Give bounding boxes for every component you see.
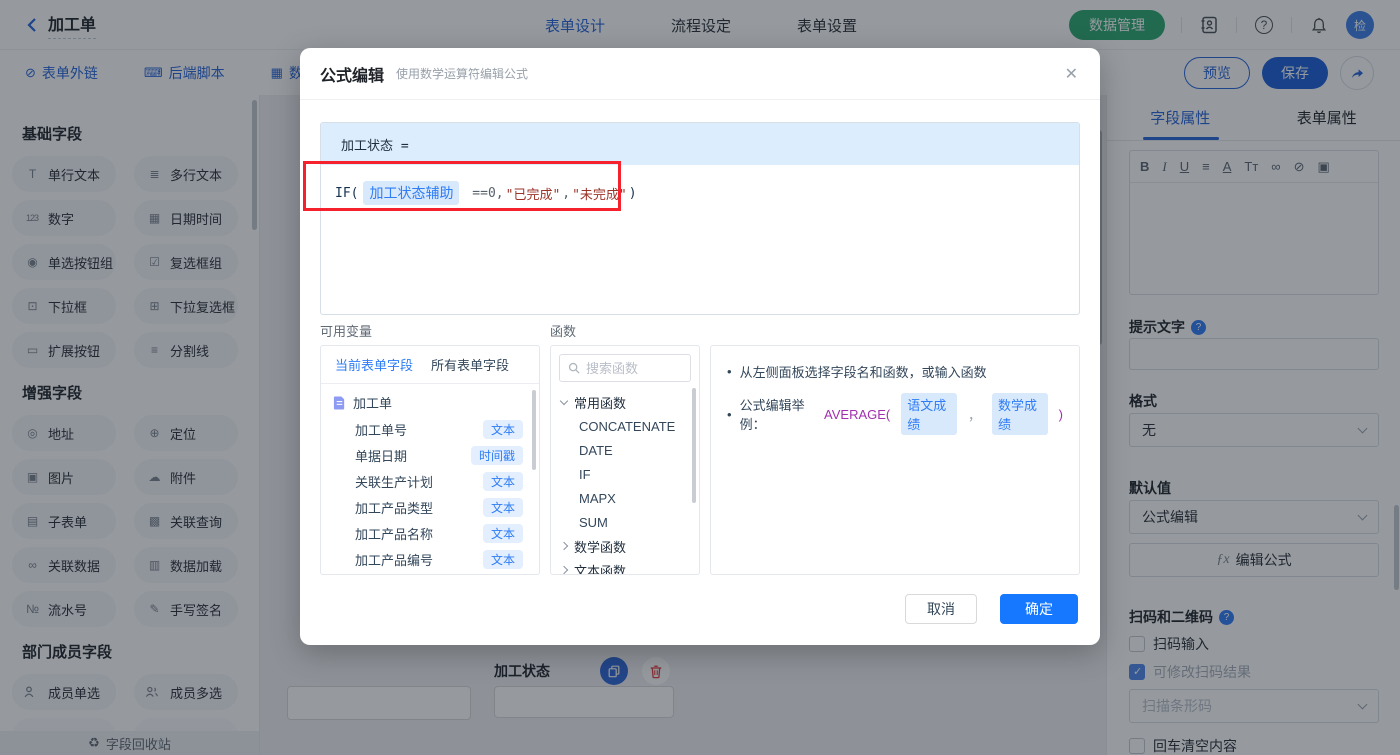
- help-line-2: 公式编辑举例： AVERAGE( 语文成绩 ， 数学成绩 ): [727, 393, 1063, 435]
- variable-row[interactable]: 关联生产计划 文本: [321, 468, 539, 494]
- function-search-input[interactable]: [586, 360, 682, 376]
- tab-all-form-fields[interactable]: 所有表单字段: [431, 355, 509, 374]
- function-group-text[interactable]: 文本函数: [551, 558, 699, 575]
- variables-tabs: 当前表单字段 所有表单字段: [321, 346, 539, 384]
- functions-panel: 常用函数 CONCATENATE DATE IF MAPX SUM 数学函数 文…: [550, 345, 700, 575]
- function-group-common[interactable]: 常用函数: [551, 390, 699, 414]
- search-icon: [568, 362, 580, 374]
- help-example-prefix: 公式编辑举例：: [739, 398, 805, 432]
- root-form-name: 加工单: [353, 395, 393, 411]
- example-field-token: 语文成绩: [901, 393, 957, 435]
- formula-edit-modal: 公式编辑 使用数学运算符编辑公式 ✕ 加工状态 = IF( 加工状态辅助 ==0…: [300, 48, 1100, 645]
- variable-row[interactable]: 加工单号 文本: [321, 416, 539, 442]
- modal-title: 公式编辑: [320, 67, 385, 85]
- function-item-sum[interactable]: SUM: [551, 510, 699, 534]
- formula-target-label: 加工状态 =: [341, 138, 409, 154]
- variable-row[interactable]: 加工产品类型 文本: [321, 494, 539, 520]
- form-doc-icon: [333, 395, 346, 410]
- formula-field-token[interactable]: 加工状态辅助: [363, 181, 460, 205]
- formula-if-open: IF(: [335, 185, 359, 201]
- bullet-icon: [727, 364, 732, 379]
- function-item-date[interactable]: DATE: [551, 438, 699, 462]
- formula-string-undone: "未完成": [572, 187, 627, 203]
- tab-current-form-fields[interactable]: 当前表单字段: [335, 355, 413, 374]
- help-text: 从左侧面板选择字段名和函数，或输入函数: [739, 365, 987, 380]
- variable-name: 单据日期: [355, 448, 408, 464]
- group-name: 常用函数: [574, 395, 627, 411]
- variable-row[interactable]: 加工产品编号 文本: [321, 546, 539, 572]
- formula-operator: ==0,: [464, 185, 504, 201]
- variable-row[interactable]: 加工产品名称 文本: [321, 520, 539, 546]
- variable-name: 加工产品类型: [355, 500, 434, 516]
- group-name: 文本函数: [574, 563, 627, 575]
- formula-editor[interactable]: 加工状态 = IF( 加工状态辅助 ==0, "已完成" , "未完成" ): [320, 122, 1080, 315]
- type-badge: 文本: [482, 471, 523, 491]
- type-badge: 时间戳: [470, 445, 523, 465]
- variable-name: 加工产品编号: [355, 552, 434, 568]
- example-function-open: AVERAGE(: [824, 406, 891, 422]
- modal-subtitle: 使用数学运算符编辑公式: [396, 67, 529, 81]
- type-badge: 文本: [482, 523, 523, 543]
- variables-scrollbar[interactable]: [532, 390, 536, 470]
- function-item-mapx[interactable]: MAPX: [551, 486, 699, 510]
- functions-scrollbar[interactable]: [692, 388, 696, 503]
- group-name: 数学函数: [574, 539, 627, 555]
- function-group-math[interactable]: 数学函数: [551, 534, 699, 558]
- chevron-down-icon: [559, 396, 569, 405]
- variables-tree-root[interactable]: 加工单: [321, 388, 539, 416]
- formula-target-bar: 加工状态 =: [321, 123, 1079, 165]
- variable-name: 关联生产计划: [355, 474, 434, 490]
- chevron-right-icon: [559, 541, 569, 551]
- variables-section-label: 可用变量: [320, 324, 373, 339]
- form-designer-app: 加工单 表单设计 流程设定 表单设置 数据管理 ? 检 ⊘ 表单外链 ⌨ 后端脚…: [0, 0, 1400, 755]
- formula-help-panel: 从左侧面板选择字段名和函数，或输入函数 公式编辑举例： AVERAGE( 语文成…: [710, 345, 1080, 575]
- formula-string-done: "已完成": [505, 187, 561, 203]
- variable-name: 加工单号: [355, 422, 408, 438]
- function-item-if[interactable]: IF: [551, 462, 699, 486]
- example-function-close: ): [1058, 406, 1064, 422]
- type-badge: 文本: [482, 497, 523, 517]
- close-icon[interactable]: ✕: [1065, 64, 1078, 84]
- variables-panel: 当前表单字段 所有表单字段 加工单 加工单号 文本 单据日期 时间戳 关联生产计…: [320, 345, 540, 575]
- formula-close-paren: ): [628, 185, 637, 201]
- function-search-box[interactable]: [559, 354, 691, 382]
- cancel-button[interactable]: 取消: [905, 594, 977, 624]
- chevron-right-icon: [559, 565, 569, 574]
- modal-header: 公式编辑 使用数学运算符编辑公式 ✕: [300, 48, 1100, 100]
- help-line-1: 从左侧面板选择字段名和函数，或输入函数: [727, 362, 1063, 381]
- example-separator: ，: [967, 407, 981, 423]
- functions-section-label: 函数: [550, 324, 577, 339]
- bullet-icon: [727, 407, 732, 422]
- variable-name: 加工产品名称: [355, 526, 434, 542]
- formula-comma: ,: [562, 185, 571, 201]
- type-badge: 文本: [482, 549, 523, 569]
- variable-row[interactable]: 单据日期 时间戳: [321, 442, 539, 468]
- type-badge: 文本: [482, 419, 523, 439]
- example-field-token: 数学成绩: [991, 393, 1048, 435]
- function-item-concatenate[interactable]: CONCATENATE: [551, 414, 699, 438]
- formula-expression[interactable]: IF( 加工状态辅助 ==0, "已完成" , "未完成" ): [321, 165, 1079, 221]
- confirm-button[interactable]: 确定: [1000, 594, 1078, 624]
